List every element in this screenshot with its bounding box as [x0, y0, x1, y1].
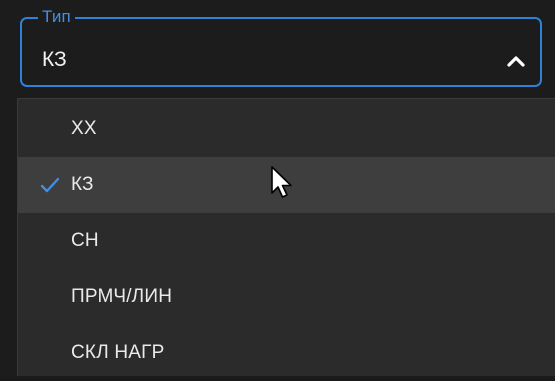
option-label: КЗ — [71, 174, 94, 195]
option-label: ПРМЧ/ЛИН — [71, 286, 173, 307]
type-select-label: Тип — [38, 7, 75, 27]
type-dropdown-list: ХХ КЗ СН ПРМЧ/ЛИН СКЛ НАГР — [17, 98, 555, 376]
checkmark-icon — [40, 177, 60, 193]
option-sn[interactable]: СН — [18, 213, 555, 269]
option-label: СКЛ НАГР — [71, 342, 165, 363]
option-label: ХХ — [71, 118, 97, 139]
chevron-up-icon[interactable] — [500, 50, 532, 74]
option-xx[interactable]: ХХ — [18, 101, 555, 157]
type-select-value: КЗ — [42, 48, 67, 71]
type-select[interactable] — [20, 17, 542, 87]
option-label: СН — [71, 230, 99, 251]
option-kz[interactable]: КЗ — [18, 157, 555, 213]
option-prmch-lin[interactable]: ПРМЧ/ЛИН — [18, 269, 555, 325]
option-skl-nagr[interactable]: СКЛ НАГР — [18, 325, 555, 381]
